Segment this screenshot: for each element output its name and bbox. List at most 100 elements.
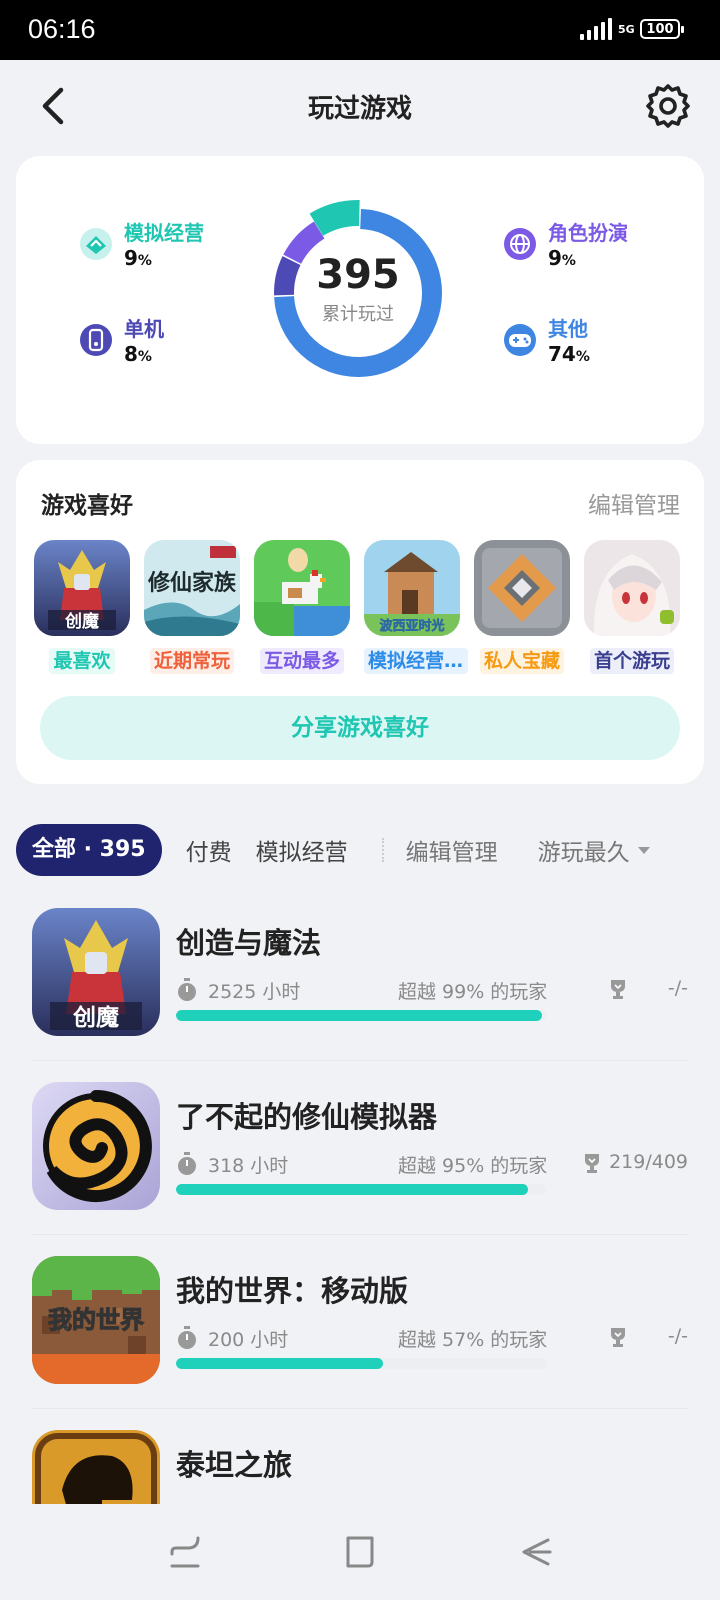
timer-icon — [178, 978, 196, 1001]
game-meta: 2525 小时 超越 99% 的玩家 -/- — [176, 976, 688, 1004]
filter-edit-link[interactable]: 编辑管理 — [406, 833, 498, 867]
divider — [32, 1234, 688, 1235]
preference-item[interactable]: 首个游玩 — [584, 540, 680, 678]
total-played: 395 累计玩过 — [266, 252, 450, 326]
preference-item[interactable]: 波西亚时光 模拟经营游戏 — [364, 540, 468, 678]
game-icon-immortal-simulator — [32, 1082, 160, 1210]
legend-roleplay: 角色扮演 9% — [502, 220, 628, 273]
status-time: 06:16 — [28, 14, 96, 44]
preference-item[interactable]: 私人宝藏 — [474, 540, 570, 678]
leaf-badge-icon — [80, 228, 112, 260]
achievements-count: 219/409 — [609, 1151, 688, 1173]
play-progress-bar — [176, 1010, 546, 1021]
player-rank: 超越 95% 的玩家 — [398, 1155, 548, 1177]
timer-icon — [178, 1326, 196, 1349]
status-indicators: 5G 100 — [580, 18, 684, 40]
player-rank: 超越 99% 的玩家 — [398, 981, 548, 1003]
list-item[interactable]: 创魔 创造与魔法 2525 小时 超越 99% 的玩家 -/- — [32, 898, 688, 1061]
timer-icon — [178, 1152, 196, 1175]
game-title: 了不起的修仙模拟器 — [176, 1100, 438, 1134]
game-icon-pixel-chicken — [254, 540, 350, 636]
back-nav-icon[interactable] — [516, 1534, 552, 1570]
play-hours: 200 小时 — [208, 1329, 289, 1351]
play-hours: 318 小时 — [208, 1155, 289, 1177]
achievements-count: -/- — [667, 977, 688, 999]
filter-chip-all[interactable]: 全部 · 395 — [16, 824, 162, 876]
recent-apps-icon[interactable] — [168, 1534, 204, 1570]
page-header: 玩过游戏 — [0, 60, 720, 152]
game-icon-puzzle-box — [474, 540, 570, 636]
filter-divider — [381, 838, 390, 862]
phone-gamepad-icon — [80, 324, 112, 356]
preference-tag: 私人宝藏 — [479, 648, 564, 674]
progress-fill — [176, 1358, 384, 1369]
svg-text:修仙家族: 修仙家族 — [147, 570, 237, 596]
preference-item[interactable]: 创魔 最喜欢 — [34, 540, 130, 678]
preference-item[interactable]: 修仙家族 近期常玩 — [144, 540, 240, 678]
legend-label: 角色扮演 — [548, 221, 628, 245]
list-item[interactable]: 我的世界 我的世界：移动版 200 小时 超越 57% 的玩家 -/- — [32, 1246, 688, 1409]
game-icon-portia: 波西亚时光 — [364, 540, 460, 636]
sort-label: 游玩最久 — [537, 840, 630, 866]
battery-level: 100 — [646, 21, 674, 37]
legend-simulation: 模拟经营 9% — [78, 220, 204, 273]
list-item[interactable]: 泰坦之旅 — [32, 1420, 688, 1504]
battery-icon: 100 — [640, 19, 684, 39]
game-icon-anime-girl — [584, 540, 680, 636]
trophy-icon — [611, 1328, 625, 1347]
signal-icon — [580, 18, 612, 40]
divider — [32, 1060, 688, 1061]
play-hours: 2525 小时 — [208, 981, 301, 1003]
gamepad-icon — [504, 324, 536, 356]
preference-item[interactable]: 互动最多 — [254, 540, 350, 678]
preference-tag: 近期常玩 — [149, 648, 234, 674]
preference-tag: 首个游玩 — [589, 648, 674, 674]
svg-text:波西亚时光: 波西亚时光 — [379, 618, 444, 634]
list-item[interactable]: 了不起的修仙模拟器 318 小时 超越 95% 的玩家 219/409 — [32, 1072, 688, 1235]
system-navigation-bar — [0, 1504, 720, 1600]
svg-text:创魔: 创魔 — [72, 1004, 119, 1031]
status-bar: 06:16 5G 100 — [0, 0, 720, 60]
legend-other: 其他 74% — [502, 316, 590, 369]
preference-tag: 互动最多 — [259, 648, 344, 674]
filter-tab-simulation[interactable]: 模拟经营 — [256, 833, 348, 867]
game-title: 创造与魔法 — [176, 926, 322, 960]
legend-value: 9% — [548, 246, 576, 270]
legend-value: 74% — [548, 342, 590, 366]
divider — [32, 1408, 688, 1409]
progress-fill — [176, 1184, 528, 1195]
globe-icon — [504, 228, 536, 260]
legend-label: 单机 — [124, 317, 164, 341]
play-progress-bar — [176, 1184, 546, 1195]
play-progress-bar — [176, 1358, 546, 1369]
filter-tab-paid[interactable]: 付费 — [186, 833, 232, 867]
preference-tag: 模拟经营游戏 — [364, 648, 468, 674]
preference-tag: 最喜欢 — [49, 648, 115, 674]
achievements-count: -/- — [667, 1325, 688, 1347]
share-preferences-button[interactable]: 分享游戏喜好 — [40, 696, 680, 760]
preferences-list: 创魔 最喜欢 修仙家族 近期常玩 互动最多 波西亚时光 模拟经营游 私人宝藏 首… — [34, 540, 680, 678]
svg-text:我的世界: 我的世界 — [48, 1306, 144, 1334]
total-count: 395 — [316, 252, 400, 298]
game-list: 创魔 创造与魔法 2525 小时 超越 99% 的玩家 -/- 了不起的修仙模拟… — [0, 898, 720, 1504]
trophy-icon — [611, 980, 625, 999]
home-icon[interactable] — [342, 1534, 378, 1570]
preferences-title: 游戏喜好 — [41, 493, 133, 519]
game-title: 我的世界：移动版 — [176, 1274, 409, 1308]
trophy-icon — [585, 1154, 599, 1173]
player-rank: 超越 57% 的玩家 — [398, 1329, 548, 1351]
preferences-edit-link[interactable]: 编辑管理 — [588, 486, 680, 520]
game-meta: 318 小时 超越 95% 的玩家 219/409 — [176, 1150, 688, 1178]
legend-value: 9% — [124, 246, 152, 270]
game-icon-immortal-family: 修仙家族 — [144, 540, 240, 636]
sort-dropdown[interactable]: 游玩最久 — [538, 833, 650, 867]
play-stats-card: 模拟经营 9% 单机 8% 角色扮演 9% 其他 74% 395 累计玩过 — [16, 156, 704, 444]
legend-value: 8% — [124, 342, 152, 366]
network-type: 5G — [618, 22, 635, 36]
game-title: 泰坦之旅 — [176, 1448, 293, 1482]
legend-label: 其他 — [548, 317, 588, 341]
gear-icon[interactable] — [644, 82, 692, 130]
total-label: 累计玩过 — [322, 304, 394, 325]
filter-bar: 全部 · 395 付费 模拟经营 编辑管理 游玩最久 — [16, 824, 720, 876]
game-icon-creation-magic: 创魔 — [32, 908, 160, 1036]
